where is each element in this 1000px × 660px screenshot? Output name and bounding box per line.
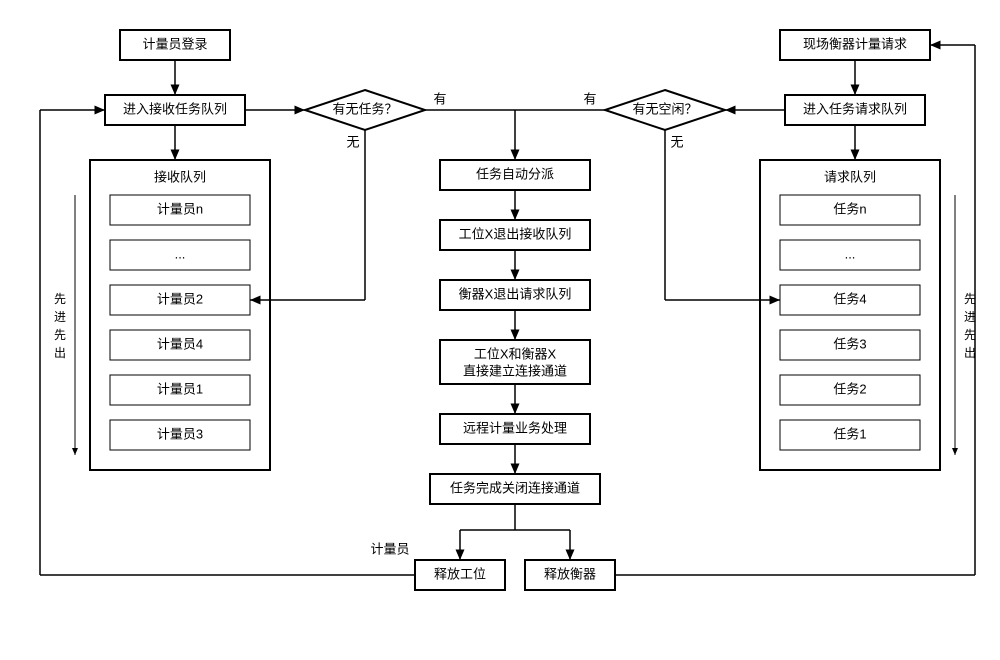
svg-text:先: 先 [964,328,976,342]
list-item: 计量员3 [157,426,203,441]
receive-queue-title: 接收队列 [154,169,206,184]
svg-text:进: 进 [964,310,976,324]
list-item: ... [845,246,856,261]
yes-label-1: 有 [433,91,446,106]
right-fifo-label: 先 进 先 出 [955,195,976,455]
operator-login-label: 计量员登录 [142,36,207,51]
list-item: 任务4 [833,291,866,306]
svg-text:出: 出 [964,346,976,360]
list-item: 计量员n [157,201,203,216]
left-fifo-label: 先 进 先 出 [54,195,75,455]
list-item: 任务1 [833,426,866,441]
list-item: 计量员2 [157,291,203,306]
yes-label-2: 有 [583,91,596,106]
list-item: 计量员4 [157,336,203,351]
step-connect-2: 直接建立连接通道 [463,363,567,378]
svg-text:先: 先 [54,292,66,306]
no-label-1: 无 [346,134,359,149]
scale-request-label: 现场衡器计量请求 [803,36,907,51]
svg-text:出: 出 [54,346,66,360]
step-station-exit: 工位X退出接收队列 [459,226,572,241]
step-auto-dispatch: 任务自动分派 [476,166,554,181]
release-station-label: 释放工位 [434,566,486,581]
svg-text:进: 进 [54,310,66,324]
operator-note: 计量员 [370,541,409,556]
step-close-channel: 任务完成关闭连接通道 [450,480,580,495]
no-label-2: 无 [670,134,683,149]
release-scale-label: 释放衡器 [544,566,596,581]
list-item: 任务3 [833,336,866,351]
decision-has-idle-label: 有无空闲？ [632,101,697,116]
request-queue-title: 请求队列 [824,169,876,184]
list-item: 任务n [833,201,866,216]
enter-receive-queue-label: 进入接收任务队列 [123,101,227,116]
svg-text:先: 先 [54,328,66,342]
list-item: 任务2 [833,381,866,396]
decision-has-task-label: 有无任务？ [332,101,397,116]
enter-request-queue-label: 进入任务请求队列 [803,101,907,116]
step-remote-process: 远程计量业务处理 [463,420,567,435]
svg-text:先: 先 [964,292,976,306]
list-item: ... [175,246,186,261]
list-item: 计量员1 [157,381,203,396]
step-scale-exit: 衡器X退出请求队列 [459,286,572,301]
step-connect-1: 工位X和衡器X [474,346,557,361]
